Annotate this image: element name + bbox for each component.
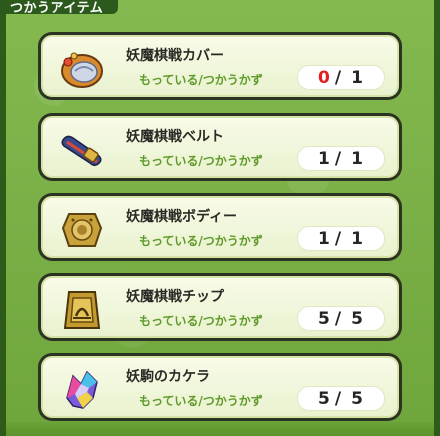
- cover-icon: [59, 47, 105, 91]
- owned-count: 1: [318, 228, 331, 249]
- bottom-edge: [6, 422, 434, 436]
- fragment-icon: [59, 368, 105, 412]
- item-card-chip[interactable]: 妖魔棋戦チップ もっている/つかうかず 5/5: [38, 273, 402, 341]
- item-count: 1/1: [297, 226, 385, 251]
- item-name: 妖魔棋戦チップ: [126, 289, 224, 305]
- item-card-cover[interactable]: 妖魔棋戦カバー もっている/つかうかず 0/ 1: [38, 32, 402, 100]
- section-header: つかうアイテム: [0, 0, 118, 16]
- item-count: 1/1: [297, 146, 385, 171]
- item-count: 0/ 1: [297, 65, 385, 90]
- item-count: 5/5: [297, 306, 385, 331]
- count-separator: /: [334, 148, 343, 169]
- owned-count: 0: [318, 67, 331, 88]
- owned-required-label: もっている/つかうかず: [139, 394, 263, 408]
- body-icon: [59, 208, 105, 252]
- item-count: 5/5: [297, 386, 385, 411]
- left-frame: [0, 0, 6, 436]
- required-count: 1: [351, 148, 364, 169]
- owned-required-label: もっている/つかうかず: [139, 234, 263, 248]
- required-count: 1: [351, 67, 364, 88]
- owned-count: 5: [318, 308, 331, 329]
- required-count: 5: [351, 388, 364, 409]
- item-name: 妖魔棋戦ベルト: [126, 129, 224, 145]
- owned-required-label: もっている/つかうかず: [139, 73, 263, 87]
- required-count: 5: [351, 308, 364, 329]
- count-separator: /: [334, 228, 343, 249]
- item-name: 妖駒のカケラ: [126, 369, 210, 385]
- item-requirements-screen: つかうアイテム 妖魔棋戦カバー もっている/つかうかず 0/1 妖魔棋戦ベルト …: [0, 0, 440, 436]
- required-count: 1: [351, 228, 364, 249]
- owned-required-label: もっている/つかうかず: [139, 314, 263, 328]
- item-card-belt[interactable]: 妖魔棋戦ベルト もっている/つかうかず 1/1: [38, 113, 402, 181]
- chip-icon: [59, 288, 105, 332]
- count-separator: /: [334, 308, 343, 329]
- right-frame: [434, 0, 440, 436]
- section-title: つかうアイテム: [10, 1, 104, 16]
- item-name: 妖魔棋戦ボディー: [126, 209, 238, 225]
- owned-required-label: もっている/つかうかず: [139, 154, 263, 168]
- item-name: 妖魔棋戦カバー: [126, 48, 224, 64]
- item-card-fragment[interactable]: 妖駒のカケラ もっている/つかうかず 5/5: [38, 353, 402, 421]
- owned-count: 1: [318, 148, 331, 169]
- item-card-body[interactable]: 妖魔棋戦ボディー もっている/つかうかず 1/1: [38, 193, 402, 261]
- count-separator: /: [334, 388, 343, 409]
- belt-icon: [59, 128, 105, 172]
- owned-count: 5: [318, 388, 331, 409]
- count-separator: /: [334, 67, 343, 88]
